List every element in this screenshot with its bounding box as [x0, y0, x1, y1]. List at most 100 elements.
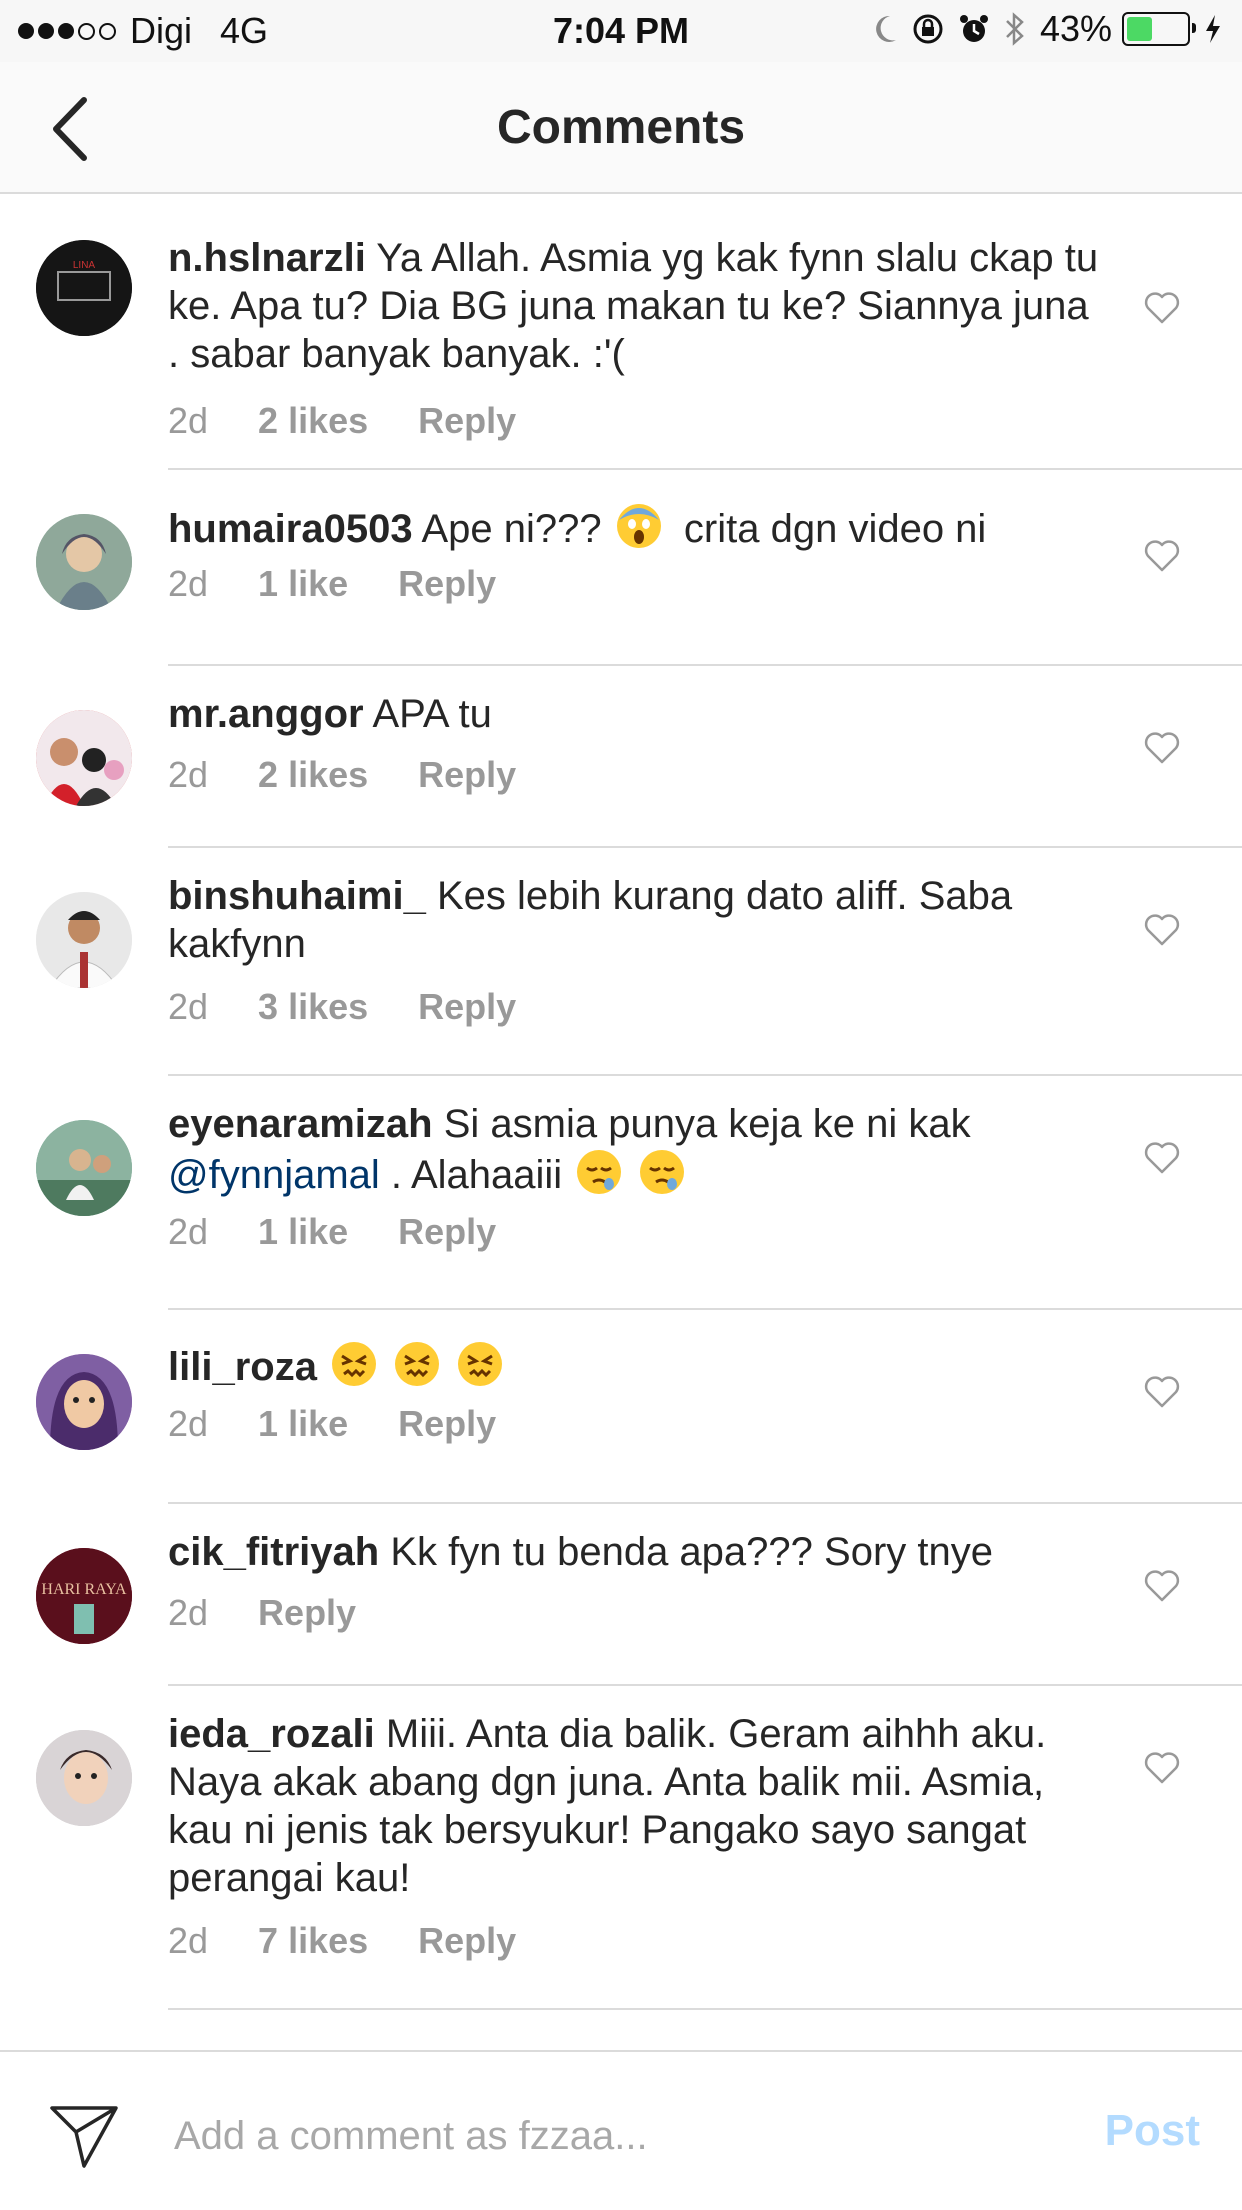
comment-item: HARI RAYA cik_fitriyah Kk fyn tu benda a…: [0, 1504, 1242, 1686]
confounded-face-emoji-icon: [332, 1342, 377, 1386]
comment-likes[interactable]: 7 likes: [258, 1920, 368, 1962]
confounded-face-emoji-icon: [458, 1342, 503, 1386]
moon-icon: [876, 15, 896, 42]
heart-icon[interactable]: [1142, 910, 1182, 950]
comment-meta: 2d Reply: [168, 1592, 1102, 1634]
comment-body: n.hslnarzli Ya Allah. Asmia yg kak fynn …: [168, 234, 1102, 442]
comment-item: ieda_rozali Miii. Anta dia balik. Geram …: [0, 1686, 1242, 2010]
comment-time: 2d: [168, 1403, 209, 1444]
comment-message: Si asmia punya keja ke ni kak: [443, 1102, 971, 1146]
heart-icon[interactable]: [1142, 1566, 1182, 1606]
comment-message: Ape ni???: [421, 507, 602, 551]
comment-likes[interactable]: 1 like: [258, 1211, 348, 1253]
comment-body: humaira0503 Ape ni??? crita dgn video ni…: [168, 502, 1102, 605]
battery-percent: 43%: [1039, 8, 1112, 49]
reply-button[interactable]: Reply: [418, 400, 516, 442]
avatar[interactable]: [36, 710, 132, 806]
page-title: Comments: [496, 101, 746, 154]
comment-time: 2d: [168, 1920, 209, 1961]
alarm-icon: [959, 15, 988, 42]
avatar[interactable]: [36, 514, 132, 610]
comment-input[interactable]: [172, 2102, 1056, 2170]
charging-icon: [1206, 15, 1220, 43]
avatar[interactable]: [36, 892, 132, 988]
comment-item: eyenaramizah Si asmia punya keja ke ni k…: [0, 1076, 1242, 1310]
comment-message: APA tu: [372, 692, 492, 736]
comment-username[interactable]: eyenaramizah: [168, 1102, 433, 1146]
comment-text: cik_fitriyah Kk fyn tu benda apa??? Sory…: [168, 1528, 1102, 1576]
reply-button[interactable]: Reply: [398, 1211, 496, 1253]
battery-fill: [1127, 17, 1152, 41]
comments-list[interactable]: LINA n.hslnarzli Ya Allah. Asmia yg kak …: [0, 196, 1242, 2010]
comment-time: 2d: [168, 400, 209, 441]
reply-button[interactable]: Reply: [418, 1920, 516, 1962]
heart-icon[interactable]: [1142, 1138, 1182, 1178]
comment-message: Kk fyn tu benda apa??? Sory tnye: [390, 1530, 993, 1574]
avatar[interactable]: [36, 1354, 132, 1450]
avatar[interactable]: [36, 1120, 132, 1216]
comment-time: 2d: [168, 754, 209, 795]
comment-username[interactable]: cik_fitriyah: [168, 1530, 379, 1574]
status-icons: 43%: [858, 8, 1222, 50]
reply-button[interactable]: Reply: [398, 563, 496, 605]
comment-text: lili_roza: [168, 1340, 1102, 1391]
scream-emoji-icon: [616, 504, 661, 548]
comment-time: 2d: [168, 1592, 209, 1633]
comment-time: 2d: [168, 986, 209, 1027]
heart-icon[interactable]: [1142, 1748, 1182, 1788]
comment-text: mr.anggor APA tu: [168, 690, 1102, 738]
comment-meta: 2d 7 likes Reply: [168, 1920, 1102, 1962]
reply-button[interactable]: Reply: [418, 986, 516, 1028]
battery-icon: [1122, 12, 1196, 46]
svg-text:HARI RAYA: HARI RAYA: [41, 1581, 127, 1598]
comment-composer: Post: [0, 2050, 1242, 2210]
direct-send-icon[interactable]: [48, 2102, 120, 2172]
status-bar: Digi 4G 7:04 PM 43%: [0, 0, 1242, 62]
rotation-lock-icon: [913, 14, 943, 44]
comment-username[interactable]: ieda_rozali: [168, 1712, 375, 1756]
comment-likes[interactable]: 1 like: [258, 563, 348, 605]
post-button[interactable]: Post: [1105, 2106, 1200, 2156]
heart-icon[interactable]: [1142, 288, 1182, 328]
comment-message-after: crita dgn video ni: [683, 507, 987, 551]
avatar[interactable]: LINA: [36, 240, 132, 336]
comment-item: binshuhaimi_ Kes lebih kurang dato aliff…: [0, 848, 1242, 1076]
comment-meta: 2d 1 like Reply: [168, 563, 1102, 605]
heart-icon[interactable]: [1142, 728, 1182, 768]
comment-item: lili_roza 2d 1 like Reply: [0, 1310, 1242, 1504]
comment-likes[interactable]: 3 likes: [258, 986, 368, 1028]
heart-icon[interactable]: [1142, 536, 1182, 576]
comment-username[interactable]: binshuhaimi_: [168, 874, 426, 918]
comment-meta: 2d 1 like Reply: [168, 1403, 1102, 1445]
sleepy-face-emoji-icon: [640, 1150, 685, 1194]
mention-link[interactable]: @fynnjamal: [168, 1153, 380, 1197]
comment-body: eyenaramizah Si asmia punya keja ke ni k…: [168, 1100, 1102, 1253]
comment-meta: 2d 2 likes Reply: [168, 754, 1102, 796]
comment-text: humaira0503 Ape ni??? crita dgn video ni: [168, 502, 1102, 553]
comment-text: binshuhaimi_ Kes lebih kurang dato aliff…: [168, 872, 1102, 968]
reply-button[interactable]: Reply: [258, 1592, 356, 1634]
avatar[interactable]: [36, 1730, 132, 1826]
heart-icon[interactable]: [1142, 1372, 1182, 1412]
comment-meta: 2d 1 like Reply: [168, 1211, 1102, 1253]
comment-username[interactable]: n.hslnarzli: [168, 236, 366, 280]
comment-body: ieda_rozali Miii. Anta dia balik. Geram …: [168, 1710, 1102, 1962]
comment-item: LINA n.hslnarzli Ya Allah. Asmia yg kak …: [0, 196, 1242, 470]
reply-button[interactable]: Reply: [398, 1403, 496, 1445]
comment-time: 2d: [168, 1211, 209, 1252]
comment-text: ieda_rozali Miii. Anta dia balik. Geram …: [168, 1710, 1102, 1902]
avatar[interactable]: HARI RAYA: [36, 1548, 132, 1644]
reply-button[interactable]: Reply: [418, 754, 516, 796]
bluetooth-icon: [1006, 12, 1024, 46]
comment-meta: 2d 2 likes Reply: [168, 400, 1102, 442]
comment-username[interactable]: mr.anggor: [168, 692, 364, 736]
comment-username[interactable]: lili_roza: [168, 1345, 317, 1389]
comment-text: eyenaramizah Si asmia punya keja ke ni k…: [168, 1100, 1102, 1199]
comment-likes[interactable]: 2 likes: [258, 400, 368, 442]
comment-item: humaira0503 Ape ni??? crita dgn video ni…: [0, 470, 1242, 666]
comment-likes[interactable]: 2 likes: [258, 754, 368, 796]
comment-username[interactable]: humaira0503: [168, 507, 413, 551]
svg-text:LINA: LINA: [73, 260, 96, 271]
nav-bar: Comments: [0, 62, 1242, 194]
comment-likes[interactable]: 1 like: [258, 1403, 348, 1445]
